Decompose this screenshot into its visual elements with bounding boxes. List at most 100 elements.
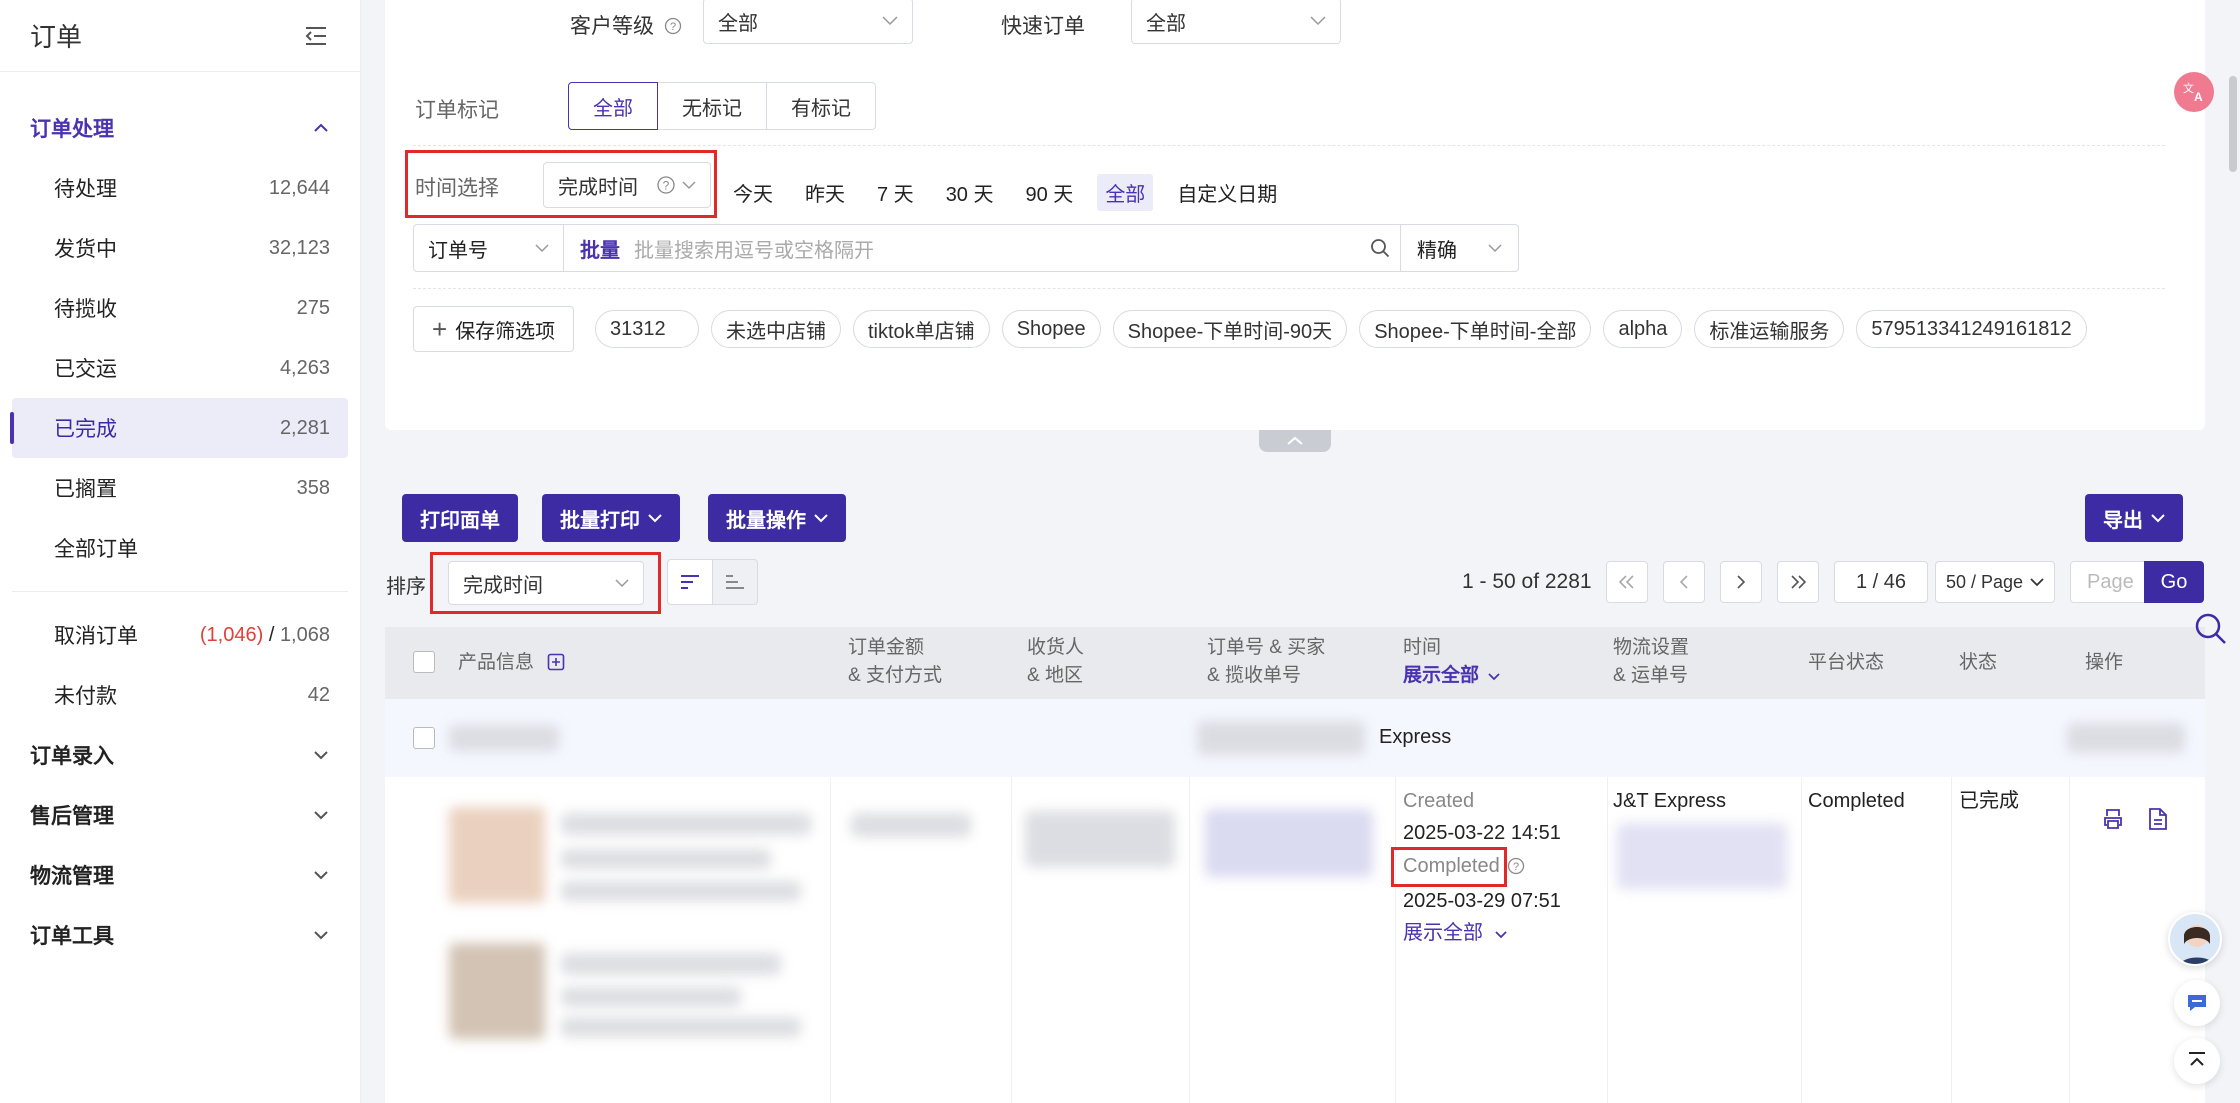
sort-descending-icon[interactable] [667, 559, 713, 605]
help-icon[interactable]: ? [1507, 857, 1525, 875]
order-mark-all[interactable]: 全部 [568, 82, 658, 130]
sidebar-item-shipping[interactable]: 发货中 32,123 [12, 218, 348, 278]
goto-page-input[interactable]: Page [2070, 561, 2146, 603]
blurred-product-title [561, 953, 781, 975]
sidebar-group-logistics[interactable]: 物流管理 [0, 845, 360, 905]
scrollbar[interactable] [2226, 0, 2240, 1103]
first-page-icon[interactable] [1606, 561, 1648, 603]
saved-filter-chip[interactable]: alpha [1603, 310, 1683, 348]
sidebar-item-all-orders[interactable]: 全部订单 [12, 518, 348, 578]
chevron-down-icon [648, 513, 662, 522]
order-mark-marked[interactable]: 有标记 [766, 82, 876, 130]
print-label-button[interactable]: 打印面单 [402, 494, 518, 542]
time-30-days[interactable]: 30 天 [938, 174, 1002, 211]
saved-filter-chip[interactable]: 579513341249161812 [1856, 310, 2087, 348]
column-amount: 订单金额 & 支付方式 [848, 634, 942, 690]
sidebar-item-unpaid[interactable]: 未付款 42 [12, 665, 348, 725]
translate-icon[interactable]: 文A [2174, 72, 2214, 112]
page-size-select[interactable]: 50 / Page [1935, 561, 2055, 603]
sidebar-item-count: 2,281 [279, 416, 330, 439]
go-button[interactable]: Go [2144, 561, 2204, 603]
column-time: 时间 展示全部 [1403, 634, 1500, 690]
saved-filter-chip[interactable]: Shopee-下单时间-90天 [1112, 310, 1348, 348]
time-90-days[interactable]: 90 天 [1018, 174, 1082, 211]
column-label: 收货人 [1027, 637, 1085, 658]
time-today[interactable]: 今天 [725, 174, 781, 211]
time-7-days[interactable]: 7 天 [869, 174, 922, 211]
time-all[interactable]: 全部 [1097, 174, 1154, 211]
chevron-down-icon [1494, 931, 1507, 939]
select-value: 精确 [1417, 239, 1457, 262]
sidebar-item-awaiting-pickup[interactable]: 待揽收 275 [12, 278, 348, 338]
blurred-tag [2067, 723, 2185, 753]
select-icons: ? [656, 175, 696, 195]
time-custom[interactable]: 自定义日期 [1169, 174, 1285, 211]
select-all-checkbox[interactable] [413, 651, 435, 673]
sort-ascending-icon[interactable] [712, 559, 758, 605]
scrollbar-thumb[interactable] [2229, 76, 2237, 172]
row-checkbox[interactable] [413, 727, 435, 749]
support-avatar[interactable] [2168, 912, 2222, 966]
sidebar-item-completed[interactable]: 已完成 2,281 [10, 398, 348, 458]
last-page-icon[interactable] [1777, 561, 1819, 603]
product-image [449, 943, 545, 1039]
saved-filter-chip[interactable]: Shopee-下单时间-全部 [1359, 310, 1592, 348]
plus-icon: + [432, 313, 448, 344]
order-search-bar: 订单号 批量 批量搜索用逗号或空格隔开 精确 [413, 224, 1519, 272]
back-to-top-icon[interactable] [2174, 1038, 2220, 1084]
quick-order-select[interactable]: 全部 [1131, 0, 1341, 44]
search-icon[interactable] [2194, 612, 2228, 651]
chevron-down-icon [314, 871, 328, 880]
sidebar-item-pending[interactable]: 待处理 12,644 [12, 158, 348, 218]
export-button[interactable]: 导出 [2085, 494, 2183, 542]
page-indicator[interactable]: 1 / 46 [1834, 561, 1928, 603]
prev-page-icon[interactable] [1663, 561, 1705, 603]
time-yesterday[interactable]: 昨天 [797, 174, 853, 211]
sidebar-group-order-processing[interactable]: 订单处理 [0, 98, 360, 158]
filter-panel: 客户等级 ? 全部 快速订单 全部 订单标记 全部 无标记 有标记 时间选择 完… [385, 0, 2205, 430]
customer-level-select[interactable]: 全部 [703, 0, 913, 44]
batch-print-button[interactable]: 批量打印 [542, 494, 680, 542]
sidebar-group-after-sales[interactable]: 售后管理 [0, 785, 360, 845]
show-all-times-link[interactable]: 展示全部 [1403, 662, 1500, 690]
search-field-select[interactable]: 订单号 [414, 225, 564, 271]
search-icon[interactable] [1360, 238, 1400, 258]
collapse-sidebar-icon[interactable] [302, 22, 330, 50]
order-mark-none[interactable]: 无标记 [657, 82, 767, 130]
saved-filter-chip[interactable]: 31312 [595, 310, 699, 348]
sidebar-item-cancelled[interactable]: 取消订单 (1,046) / 1,068 [12, 605, 348, 665]
print-icon[interactable] [2101, 807, 2125, 836]
sidebar-group-order-entry[interactable]: 订单录入 [0, 725, 360, 785]
show-all-link[interactable]: 展示全部 [1403, 917, 1507, 949]
sidebar-item-on-hold[interactable]: 已搁置 358 [12, 458, 348, 518]
column-divider [830, 777, 831, 1103]
expand-plus-icon[interactable] [547, 653, 565, 671]
chevron-down-icon [2151, 513, 2165, 522]
chat-icon[interactable] [2174, 980, 2220, 1026]
sidebar-item-handed-over[interactable]: 已交运 4,263 [12, 338, 348, 398]
sort-field-select[interactable]: 完成时间 [448, 561, 644, 605]
saved-filter-chip[interactable]: Shopee [1001, 310, 1101, 348]
blurred-order-id [1197, 721, 1365, 755]
batch-search-link[interactable]: 批量 [580, 234, 620, 263]
sidebar: 订单 订单处理 待处理 12,644 发货中 32,123 待揽收 275 已交… [0, 0, 361, 1103]
search-input[interactable]: 批量搜索用逗号或空格隔开 [634, 234, 1360, 263]
sidebar-group-label: 订单录入 [30, 745, 114, 768]
help-icon[interactable]: ? [664, 17, 682, 35]
select-value: 50 / Page [1946, 571, 2024, 592]
search-mode-select[interactable]: 精确 [1400, 225, 1518, 271]
saved-filter-chip[interactable]: 标准运输服务 [1694, 310, 1845, 348]
saved-filter-chip[interactable]: 未选中店铺 [711, 310, 841, 348]
sidebar-group-order-tools[interactable]: 订单工具 [0, 905, 360, 965]
collapse-filters-button[interactable] [1259, 430, 1331, 452]
document-icon[interactable] [2147, 807, 2169, 836]
next-page-icon[interactable] [1720, 561, 1762, 603]
saved-filter-chip[interactable]: tiktok单店铺 [853, 310, 990, 348]
batch-operations-button[interactable]: 批量操作 [708, 494, 846, 542]
time-type-select[interactable]: 完成时间 ? [543, 162, 711, 208]
blurred-tracking-number [1617, 823, 1787, 889]
chevron-down-icon [2030, 577, 2044, 586]
sidebar-title: 订单 [30, 22, 83, 52]
sidebar-item-label: 发货中 [54, 238, 117, 261]
save-filter-button[interactable]: + 保存筛选项 [413, 306, 575, 352]
